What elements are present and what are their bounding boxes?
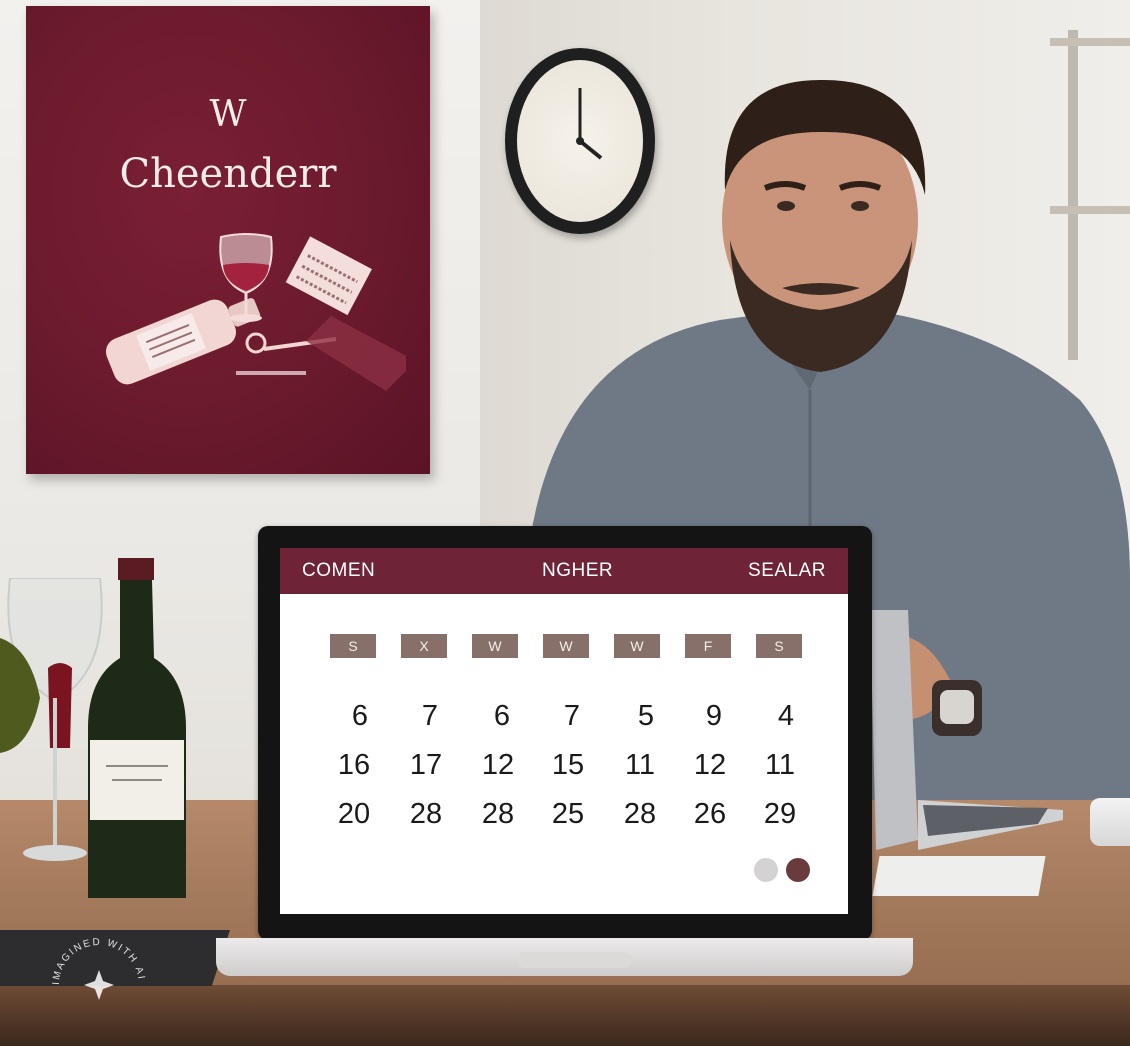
calendar-day[interactable]: 11 [610,749,670,782]
calendar-day[interactable]: 16 [324,749,384,782]
header-title: NGHER [542,560,614,581]
ai-watermark-logo: IMAGINED WITH AI [51,937,145,1000]
poster-title-line2: Cheenderr [119,151,337,197]
calendar-day[interactable]: 26 [680,798,740,831]
weekday-label: W [543,634,589,658]
calendar-day[interactable]: 9 [684,700,744,733]
calendar-day[interactable]: 17 [396,749,456,782]
paper-sheet [872,856,1046,896]
calendar-screen: COMEN NGHER SEALAR S X W W W F S 6 7 6 7… [280,548,848,914]
page-dot-inactive[interactable] [754,858,778,882]
second-laptop [870,610,1063,850]
calendar-day[interactable]: 15 [538,749,598,782]
calendar-day[interactable]: 5 [616,700,676,733]
calendar-day[interactable]: 12 [468,749,528,782]
calendar-day[interactable]: 4 [756,700,816,733]
weekday-label: S [756,634,802,658]
weekday-label: W [614,634,660,658]
wine-poster: W Cheenderr [26,6,430,474]
page-dot-active[interactable] [786,858,810,882]
calendar-header-bar: COMEN NGHER SEALAR [280,548,848,594]
calendar-day[interactable]: 6 [330,700,390,733]
calendar-day[interactable]: 20 [324,798,384,831]
header-nav-right[interactable]: SEALAR [748,560,826,582]
speaker-puck [1090,798,1130,846]
wine-bottle [88,558,186,898]
header-nav-left[interactable]: COMEN [302,560,375,582]
calendar-day[interactable]: 25 [538,798,598,831]
calendar-day[interactable]: 7 [542,700,602,733]
calendar-day[interactable]: 11 [750,749,810,782]
calendar-day[interactable]: 7 [400,700,460,733]
calendar-day[interactable]: 12 [680,749,740,782]
desk-edge [0,985,1130,1046]
calendar-day[interactable]: 6 [472,700,532,733]
weekday-label: F [685,634,731,658]
calendar-day[interactable]: 28 [610,798,670,831]
poster-title-line1: W [209,94,247,135]
calendar-day[interactable]: 28 [468,798,528,831]
calendar-day[interactable]: 29 [750,798,810,831]
weekday-label: W [472,634,518,658]
weekday-label: S [330,634,376,658]
laptop-notch [518,952,630,968]
calendar-day[interactable]: 28 [396,798,456,831]
poster-wine-illustration [105,233,406,391]
weekday-label: X [401,634,447,658]
